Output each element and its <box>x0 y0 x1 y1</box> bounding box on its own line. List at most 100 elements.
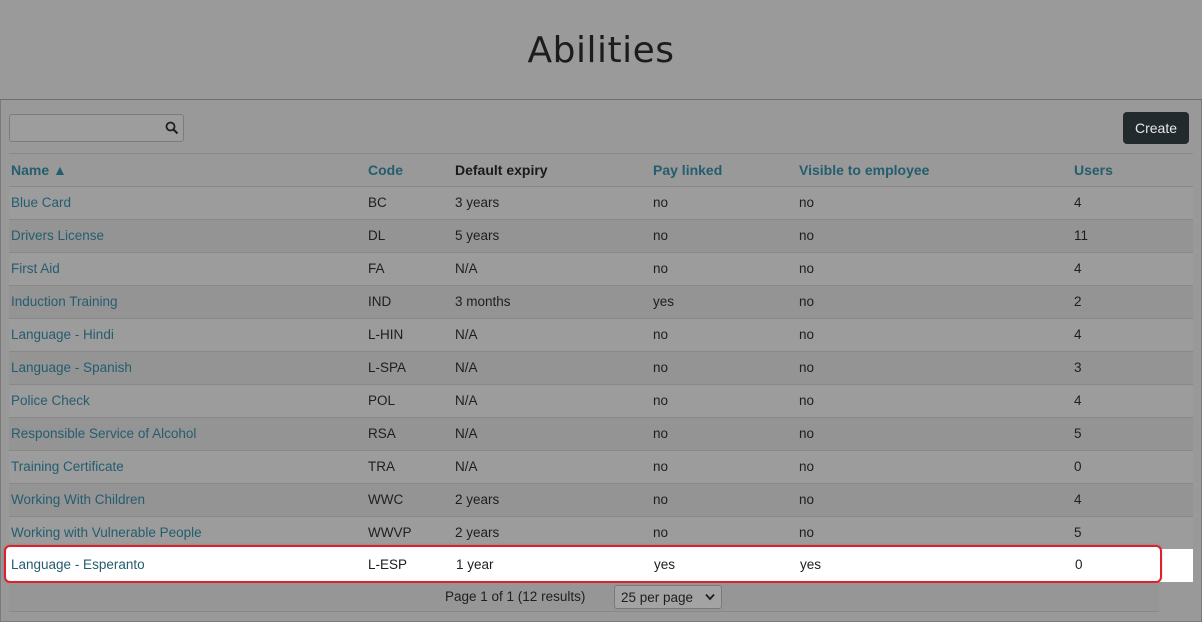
table-row[interactable]: Responsible Service of Alcohol RSA N/A no no… <box>9 416 1193 450</box>
ability-name-cell: Training Certificate <box>9 449 366 483</box>
ability-users: 11 <box>1072 218 1193 252</box>
ability-visible-to-employee: no <box>797 350 1072 384</box>
ability-default-expiry: 5 years <box>453 218 651 252</box>
ability-code: IND <box>366 284 453 318</box>
ability-name-cell: Responsible Service of Alcohol <box>9 416 366 450</box>
ability-users: 4 <box>1072 482 1193 516</box>
ability-name-link[interactable]: Training Certificate <box>11 459 124 474</box>
pagination-summary: Page 1 of 1 (12 results) <box>445 589 586 604</box>
ability-pay-linked: yes <box>651 284 797 318</box>
ability-name-link[interactable]: Police Check <box>11 393 90 408</box>
ability-default-expiry: N/A <box>453 383 651 417</box>
ability-name-cell: Working With Children <box>9 482 366 516</box>
ability-visible-to-employee: no <box>797 482 1072 516</box>
ability-code: L-SPA <box>366 350 453 384</box>
search-box[interactable] <box>9 114 184 142</box>
table-header-row: Name ▲ Code Default expiry Pay linked Vi… <box>9 154 1193 186</box>
ability-pay-linked: no <box>651 317 797 351</box>
column-header-pay-linked[interactable]: Pay linked <box>651 154 797 186</box>
ability-users: 4 <box>1072 383 1193 417</box>
ability-code: POL <box>366 383 453 417</box>
ability-visible-to-employee: no <box>797 284 1072 318</box>
per-page-select[interactable]: 25 per page <box>614 585 722 609</box>
ability-default-expiry: 1 year <box>456 557 494 572</box>
ability-name-cell: Blue Card <box>9 185 366 219</box>
ability-code: FA <box>366 251 453 285</box>
ability-name-link[interactable]: Language - Esperanto <box>11 557 145 572</box>
ability-visible-to-employee: no <box>797 449 1072 483</box>
ability-users: 2 <box>1072 284 1193 318</box>
abilities-table: Name ▲ Code Default expiry Pay linked Vi… <box>9 153 1193 582</box>
ability-users: 5 <box>1072 416 1193 450</box>
table-row[interactable]: Police Check POL N/A no no 4 <box>9 383 1193 417</box>
ability-pay-linked: no <box>651 449 797 483</box>
table-row[interactable]: Working With Children WWC 2 years no no 4 <box>9 482 1193 516</box>
ability-name-cell: Drivers License <box>9 218 366 252</box>
column-header-code[interactable]: Code <box>366 154 453 186</box>
ability-visible-to-employee: no <box>797 416 1072 450</box>
ability-default-expiry: 3 months <box>453 284 651 318</box>
ability-default-expiry: 3 years <box>453 185 651 219</box>
table-row[interactable]: Language - Hindi L-HIN N/A no no 4 <box>9 317 1193 351</box>
ability-users: 4 <box>1072 251 1193 285</box>
ability-name-link[interactable]: Responsible Service of Alcohol <box>11 426 196 441</box>
table-row[interactable]: Language - Esperanto L-ESP 1 year yes ye… <box>6 547 1160 581</box>
ability-users: 4 <box>1072 185 1193 219</box>
ability-name-link[interactable]: Working With Children <box>11 492 145 507</box>
ability-visible-to-employee: no <box>797 317 1072 351</box>
ability-users: 4 <box>1072 317 1193 351</box>
ability-pay-linked: no <box>651 218 797 252</box>
ability-name-link[interactable]: Language - Spanish <box>11 360 132 375</box>
ability-default-expiry: N/A <box>453 449 651 483</box>
create-button[interactable]: Create <box>1123 112 1189 144</box>
ability-pay-linked: no <box>651 482 797 516</box>
ability-name-link[interactable]: First Aid <box>11 261 60 276</box>
pagination-bar: Page 1 of 1 (12 results) 25 per page <box>9 583 1159 612</box>
ability-visible-to-employee: yes <box>800 557 822 572</box>
ability-visible-to-employee: no <box>797 185 1072 219</box>
column-header-users[interactable]: Users <box>1072 154 1193 186</box>
table-row[interactable]: First Aid FA N/A no no 4 <box>9 251 1193 285</box>
ability-name-link[interactable]: Language - Hindi <box>11 327 114 342</box>
table-row[interactable]: Induction Training IND 3 months yes no 2 <box>9 284 1193 318</box>
column-header-default-expiry: Default expiry <box>455 161 548 178</box>
ability-name-cell: Language - Spanish <box>9 350 366 384</box>
column-header-visible-to-employee[interactable]: Visible to employee <box>797 154 1072 186</box>
ability-pay-linked: no <box>651 383 797 417</box>
ability-default-expiry: N/A <box>453 317 651 351</box>
ability-pay-linked: no <box>651 185 797 219</box>
ability-name-link[interactable]: Working with Vulnerable People <box>11 525 202 540</box>
column-header-name[interactable]: Name ▲ <box>9 154 366 186</box>
ability-name-link[interactable]: Blue Card <box>11 195 71 210</box>
ability-users: 3 <box>1072 350 1193 384</box>
table-row[interactable]: Language - Spanish L-SPA N/A no no 3 <box>9 350 1193 384</box>
ability-code: WWC <box>366 482 453 516</box>
per-page-value: 25 per page <box>621 590 694 605</box>
ability-default-expiry: N/A <box>453 416 651 450</box>
page-title: Abilities <box>527 30 675 71</box>
table-row[interactable]: Drivers License DL 5 years no no 11 <box>9 218 1193 252</box>
ability-name-cell: Police Check <box>9 383 366 417</box>
ability-name-link[interactable]: Induction Training <box>11 294 118 309</box>
ability-visible-to-employee: no <box>797 251 1072 285</box>
table-row[interactable]: Blue Card BC 3 years no no 4 <box>9 185 1193 219</box>
ability-pay-linked: no <box>651 251 797 285</box>
ability-users: 0 <box>1075 557 1083 572</box>
ability-users: 0 <box>1072 449 1193 483</box>
search-input[interactable] <box>10 115 162 141</box>
ability-code: BC <box>366 185 453 219</box>
ability-name-cell: First Aid <box>9 251 366 285</box>
ability-visible-to-employee: no <box>797 383 1072 417</box>
table-row[interactable]: Training Certificate TRA N/A no no 0 <box>9 449 1193 483</box>
ability-name-link[interactable]: Drivers License <box>11 228 104 243</box>
ability-pay-linked: no <box>651 416 797 450</box>
search-icon[interactable] <box>165 121 179 135</box>
ability-code: RSA <box>366 416 453 450</box>
ability-code: L-HIN <box>366 317 453 351</box>
page-header: Abilities <box>0 0 1202 100</box>
ability-visible-to-employee: no <box>797 218 1072 252</box>
ability-pay-linked: yes <box>654 557 676 572</box>
ability-code: L-ESP <box>368 557 408 572</box>
chevron-down-icon <box>705 593 715 601</box>
ability-default-expiry: 2 years <box>453 482 651 516</box>
